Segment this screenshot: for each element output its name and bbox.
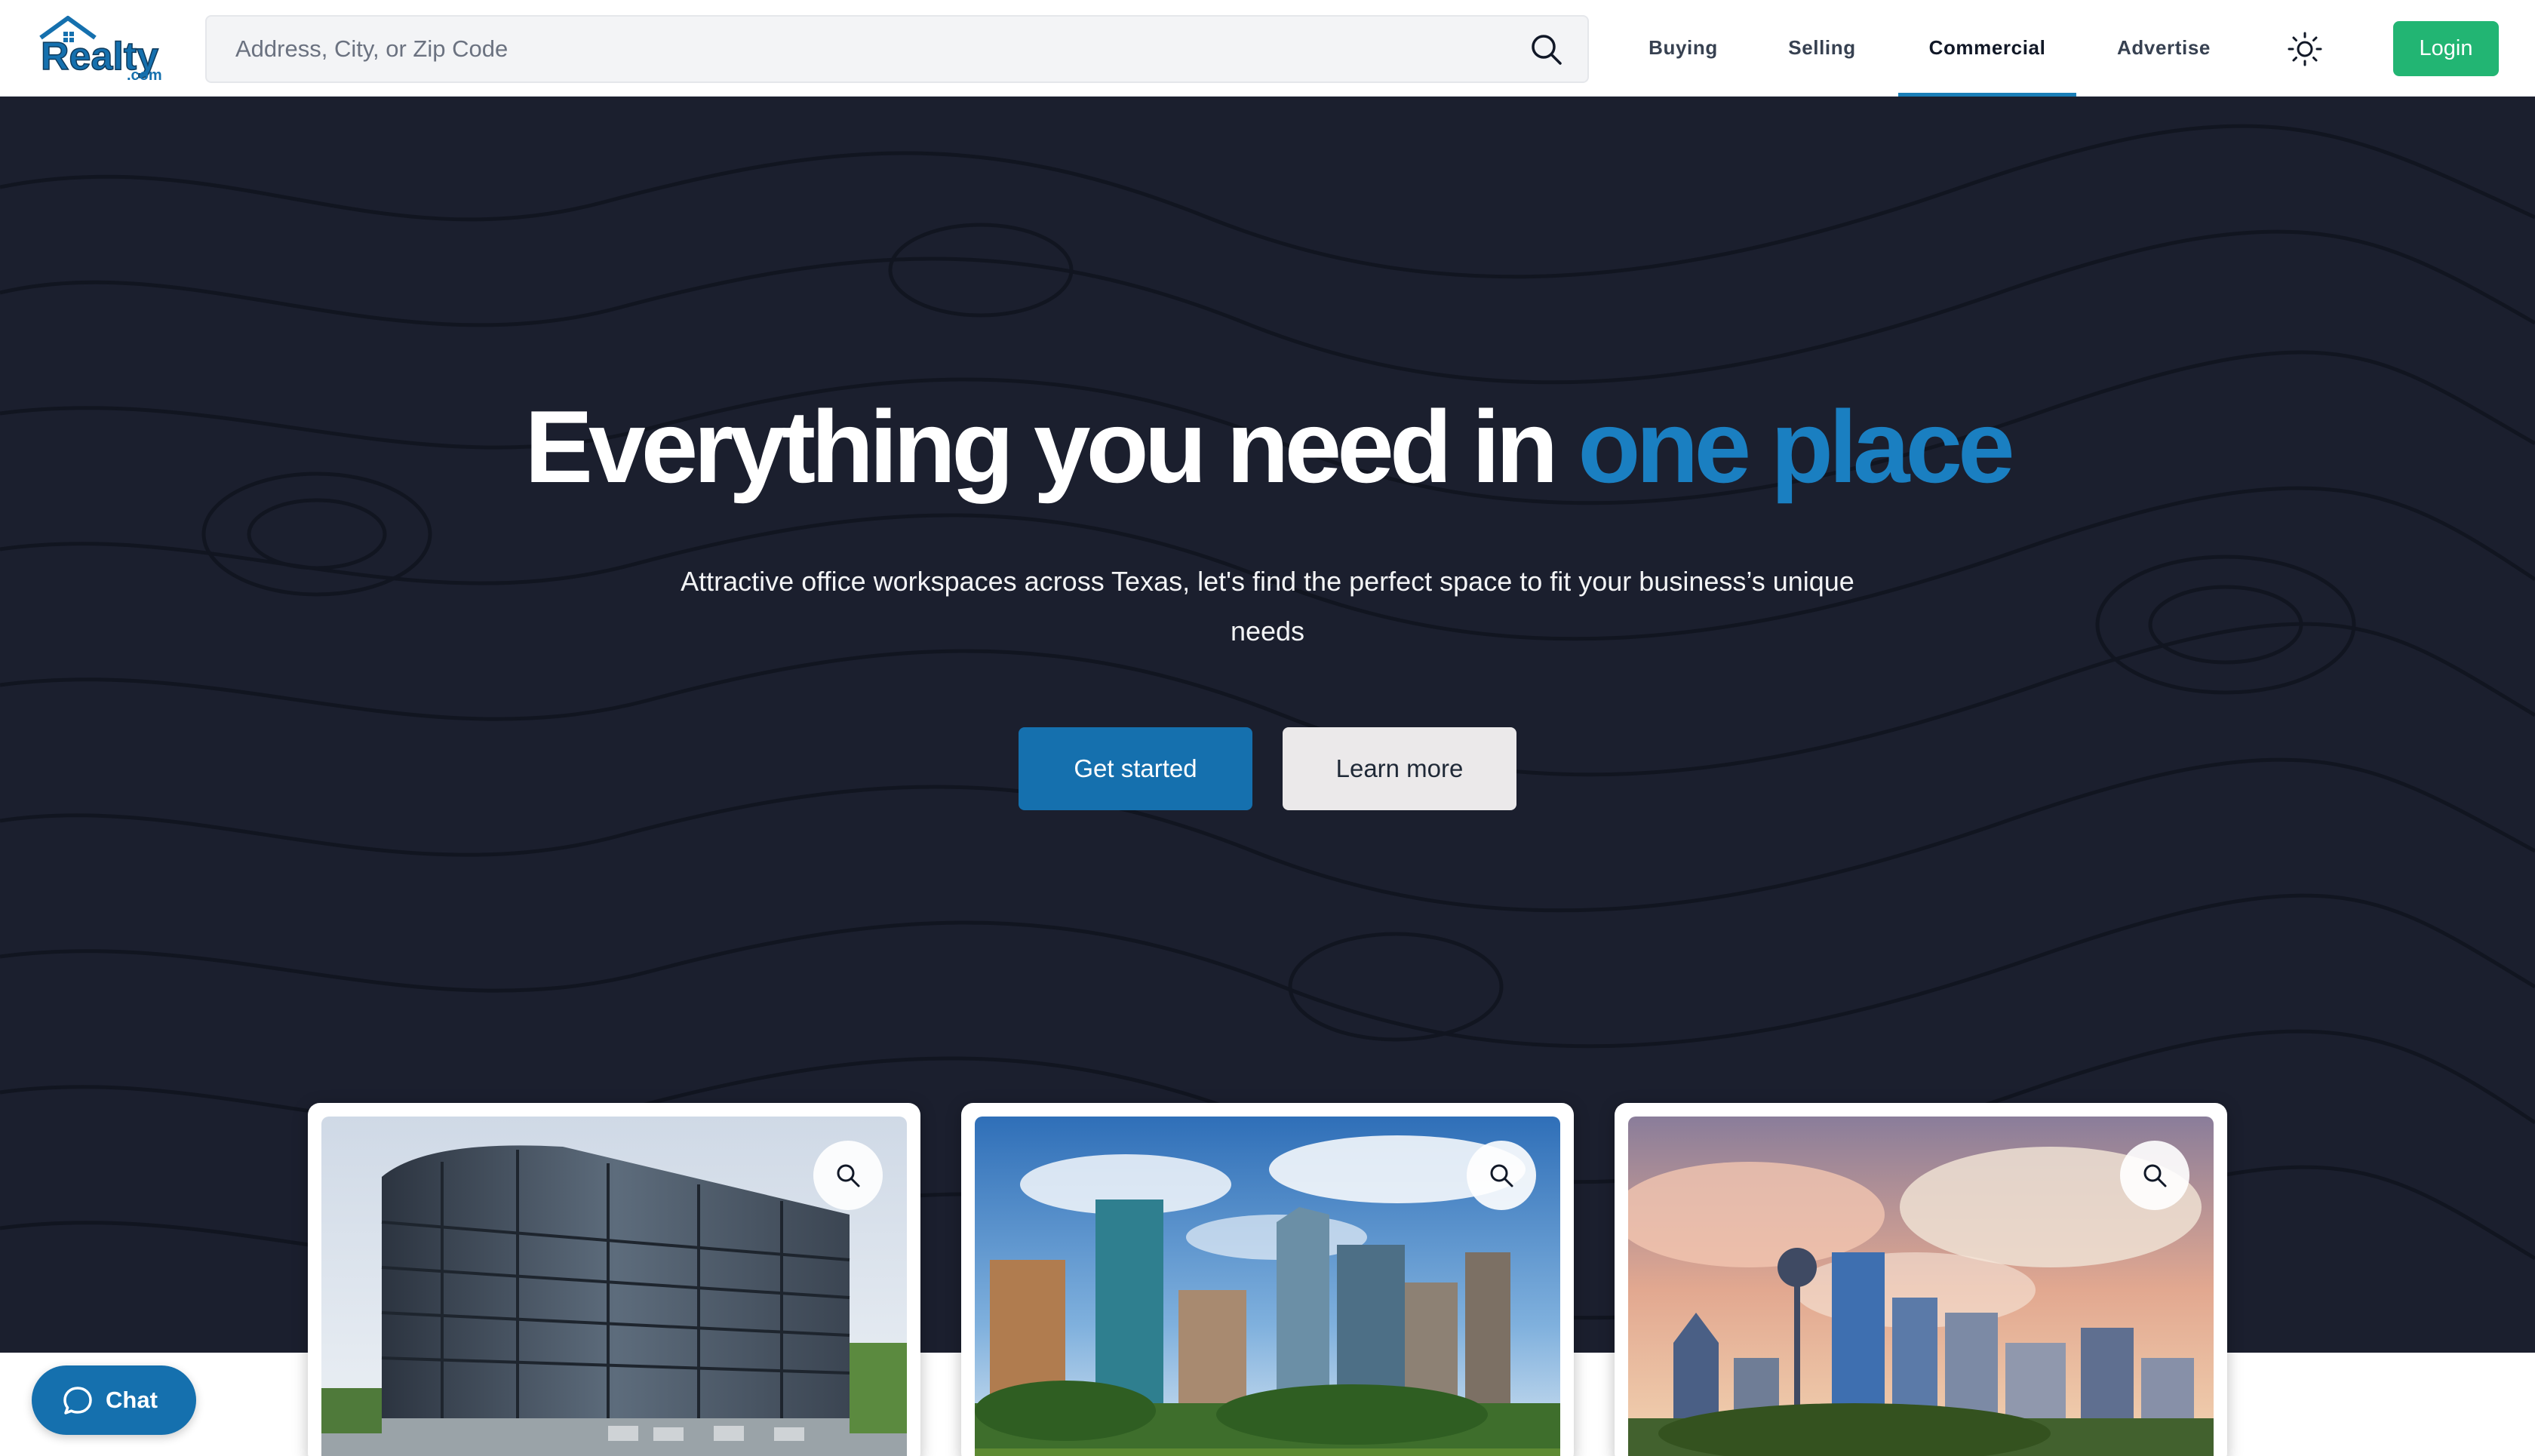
nav-commercial[interactable]: Commercial [1898, 0, 2076, 97]
zoom-button[interactable] [1467, 1141, 1536, 1210]
office-building-photo [321, 1117, 907, 1456]
houston-skyline-photo [975, 1117, 1560, 1456]
nav-advertise[interactable]: Advertise [2108, 0, 2220, 97]
nav-buying[interactable]: Buying [1636, 0, 1731, 97]
search-bar [205, 15, 1589, 83]
login-button[interactable]: Login [2393, 21, 2499, 76]
zoom-button[interactable] [813, 1141, 883, 1210]
zoom-icon [2143, 1164, 2167, 1187]
search-button[interactable] [1529, 32, 1565, 68]
search-input[interactable] [235, 17, 1473, 81]
site-header: Realty .com Buying Selling Commercial Ad… [0, 0, 2535, 97]
property-card-office[interactable] [308, 1103, 920, 1456]
hero-title: Everything you need in one place [0, 389, 2535, 504]
logo-domain: .com [127, 67, 162, 81]
property-card-houston[interactable] [961, 1103, 1574, 1456]
hero-title-accent: one place [1578, 389, 2014, 504]
theme-toggle-button[interactable] [2286, 30, 2324, 68]
realty-logo[interactable]: Realty .com [35, 15, 183, 84]
property-card-dallas[interactable] [1615, 1103, 2227, 1456]
search-icon [1532, 35, 1562, 65]
get-started-button[interactable]: Get started [1019, 727, 1252, 810]
zoom-icon [1490, 1164, 1513, 1187]
chat-button[interactable]: Chat [32, 1365, 196, 1435]
zoom-button[interactable] [2120, 1141, 2189, 1210]
hero-title-main: Everything you need in [524, 389, 1578, 504]
sun-icon [2288, 32, 2322, 66]
dallas-skyline-photo [1628, 1117, 2214, 1456]
learn-more-button[interactable]: Learn more [1283, 727, 1516, 810]
zoom-icon [837, 1164, 860, 1187]
nav-selling[interactable]: Selling [1778, 0, 1867, 97]
hero-subtitle: Attractive office workspaces across Texa… [681, 566, 1854, 647]
chat-bubble-icon [63, 1387, 92, 1415]
chat-label: Chat [106, 1387, 158, 1413]
